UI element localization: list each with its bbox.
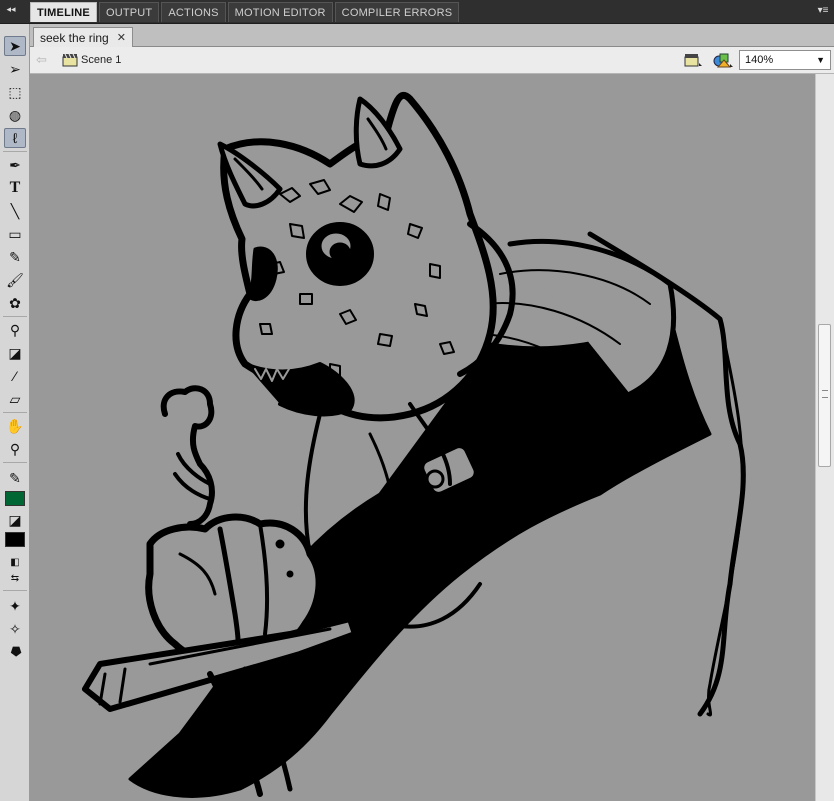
tab-output[interactable]: OUTPUT — [98, 2, 160, 22]
magic-wand-icon[interactable]: ✦ — [4, 596, 26, 616]
tab-actions[interactable]: ACTIONS — [161, 2, 226, 22]
close-icon[interactable]: ✕ — [117, 31, 126, 44]
toolbar-divider — [3, 412, 27, 413]
hand-tool-icon[interactable]: ✋ — [4, 416, 26, 436]
vertical-scrollbar[interactable] — [815, 74, 834, 801]
eraser-tool-icon[interactable]: ▱ — [4, 389, 26, 409]
selection-tool-icon[interactable]: ➤ — [4, 36, 26, 56]
brush-tool-icon[interactable]: 🖌 — [4, 270, 26, 290]
zoom-select[interactable]: 140% ▼ — [739, 50, 831, 70]
deco-tool-icon[interactable]: ✿ — [4, 293, 26, 313]
panel-tab-strip: ◂◂ TIMELINE OUTPUT ACTIONS MOTION EDITOR… — [0, 0, 834, 24]
document-tab-bar: seek the ring ✕ — [30, 24, 834, 47]
stage[interactable] — [30, 74, 815, 801]
panel-tabs: TIMELINE OUTPUT ACTIONS MOTION EDITOR CO… — [30, 2, 461, 22]
rectangle-tool-icon[interactable]: ▭ — [4, 224, 26, 244]
subselection-tool-icon[interactable]: ➢ — [4, 59, 26, 79]
paint-bucket-tool-icon[interactable]: ◪ — [4, 343, 26, 363]
tab-compiler-errors[interactable]: COMPILER ERRORS — [334, 2, 460, 22]
line-tool-icon[interactable]: ╲ — [4, 201, 26, 221]
scene-label[interactable]: Scene 1 — [81, 54, 121, 66]
bone-tool-icon[interactable]: ⚲ — [4, 320, 26, 340]
fill-color-swatch[interactable] — [5, 532, 25, 547]
free-transform-tool-icon[interactable]: ⬚ — [4, 82, 26, 102]
back-arrow-icon[interactable]: ⇦ — [36, 52, 52, 68]
tools-panel: ➤ ➢ ⬚ ◍ ℓ ✒ T ╲ ▭ ✎ 🖌 ✿ ⚲ ◪ ⁄ ▱ ✋ ⚲ ✎ ◪ … — [0, 24, 30, 801]
panel-menu-icon[interactable]: ▾≡ — [816, 4, 830, 18]
tab-motion-editor[interactable]: MOTION EDITOR — [227, 2, 333, 22]
lasso-tool-icon[interactable]: ℓ — [4, 128, 26, 148]
document-tab[interactable]: seek the ring ✕ — [33, 27, 133, 47]
magic-wand-settings-icon[interactable]: ✧ — [4, 619, 26, 639]
stroke-color-swatch[interactable] — [5, 491, 25, 506]
toolbar-divider — [3, 462, 27, 463]
toolbar-divider — [3, 590, 27, 591]
eyedropper-tool-icon[interactable]: ⁄ — [4, 366, 26, 386]
fill-color-bucket-icon: ◪ — [8, 511, 22, 528]
zoom-tool-icon[interactable]: ⚲ — [4, 439, 26, 459]
scrollbar-grip-icon — [822, 390, 828, 398]
scrollbar-thumb[interactable] — [818, 324, 831, 467]
tab-timeline[interactable]: TIMELINE — [30, 2, 97, 22]
edit-symbols-icon[interactable] — [712, 51, 734, 69]
edit-scene-icon[interactable] — [684, 52, 704, 69]
3d-rotation-tool-icon[interactable]: ◍ — [4, 105, 26, 125]
wolf-knight-artwork[interactable] — [30, 74, 815, 801]
chevron-down-icon: ▼ — [816, 55, 825, 65]
edit-bar: ⇦ Scene 1 140% ▼ — [30, 47, 834, 74]
polygon-mode-icon[interactable]: ⯂ — [4, 642, 26, 662]
scene-clapper-icon — [62, 53, 78, 67]
toolbar-divider — [3, 316, 27, 317]
collapse-panel-button[interactable]: ◂◂ — [3, 2, 19, 16]
zoom-value: 140% — [745, 54, 774, 66]
document-tab-label: seek the ring — [40, 30, 109, 45]
pencil-tool-icon[interactable]: ✎ — [4, 247, 26, 267]
pen-tool-icon[interactable]: ✒ — [4, 155, 26, 175]
stroke-color-pencil-icon: ✎ — [9, 469, 21, 486]
text-tool-icon[interactable]: T — [4, 178, 26, 198]
swap-colors-icon[interactable]: ⇆ — [4, 568, 26, 588]
toolbar-divider — [3, 151, 27, 152]
